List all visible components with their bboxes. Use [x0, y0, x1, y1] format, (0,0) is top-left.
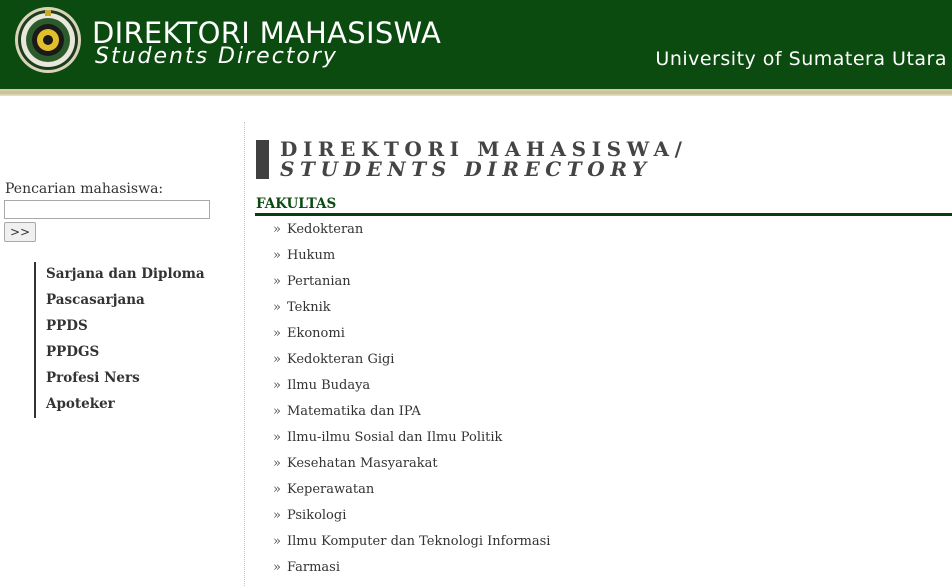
list-item: » Matematika dan IPA [273, 401, 550, 427]
search-input[interactable] [4, 200, 210, 219]
faculty-link-kesehatan-masyarakat[interactable]: Kesehatan Masyarakat [287, 456, 438, 471]
faculty-link-kedokteran-gigi[interactable]: Kedokteran Gigi [287, 352, 395, 367]
faculty-link-ekonomi[interactable]: Ekonomi [287, 326, 345, 341]
site-subtitle: Students Directory [95, 44, 338, 69]
sidebar-item-apoteker[interactable]: Apoteker [36, 392, 236, 418]
list-item: » Kesehatan Masyarakat [273, 453, 550, 479]
faculty-link-pertanian[interactable]: Pertanian [287, 274, 351, 289]
bullet-icon: » [273, 326, 281, 341]
sidebar-item-sarjana-dan-diploma[interactable]: Sarjana dan Diploma [36, 262, 236, 288]
bullet-icon: » [273, 456, 281, 471]
list-item: » Kedokteran [273, 219, 550, 245]
site-header: DIREKTORI MAHASISWA Students Directory U… [0, 0, 952, 89]
list-item: » Ilmu Komputer dan Teknologi Informasi [273, 531, 550, 557]
sidebar-item-ppds[interactable]: PPDS [36, 314, 236, 340]
list-item: » Ilmu-ilmu Sosial dan Ilmu Politik [273, 427, 550, 453]
list-item: » Pertanian [273, 271, 550, 297]
bullet-icon: » [273, 248, 281, 263]
section-title-fakultas: FAKULTAS [256, 196, 337, 212]
heading-accent-bar [256, 140, 269, 179]
bullet-icon: » [273, 300, 281, 315]
bullet-icon: » [273, 274, 281, 289]
list-item: » Kedokteran Gigi [273, 349, 550, 375]
university-name: University of Sumatera Utara [655, 48, 947, 70]
list-item: » Keperawatan [273, 479, 550, 505]
section-divider [255, 213, 952, 216]
sidebar-item-pascasarjana[interactable]: Pascasarjana [36, 288, 236, 314]
faculty-link-hukum[interactable]: Hukum [287, 248, 335, 263]
list-item: » Hukum [273, 245, 550, 271]
bullet-icon: » [273, 560, 281, 575]
faculty-link-ilmu-komputer[interactable]: Ilmu Komputer dan Teknologi Informasi [287, 534, 550, 549]
faculty-link-ilmu-sosial-politik[interactable]: Ilmu-ilmu Sosial dan Ilmu Politik [287, 430, 502, 445]
list-item: » Ekonomi [273, 323, 550, 349]
list-item: » Farmasi [273, 557, 550, 583]
faculty-link-keperawatan[interactable]: Keperawatan [287, 482, 374, 497]
header-accent-bar [0, 89, 952, 96]
search-submit-button[interactable]: >> [4, 222, 36, 242]
faculty-link-kedokteran[interactable]: Kedokteran [287, 222, 363, 237]
sidebar-item-profesi-ners[interactable]: Profesi Ners [36, 366, 236, 392]
faculty-link-farmasi[interactable]: Farmasi [287, 560, 340, 575]
faculty-link-teknik[interactable]: Teknik [287, 300, 331, 315]
bullet-icon: » [273, 534, 281, 549]
usu-emblem-icon[interactable] [14, 6, 82, 74]
bullet-icon: » [273, 482, 281, 497]
search-label: Pencarian mahasiswa: [5, 181, 164, 197]
sidebar-nav: Sarjana dan Diploma Pascasarjana PPDS PP… [34, 262, 236, 418]
bullet-icon: » [273, 222, 281, 237]
list-item: » Ilmu Budaya [273, 375, 550, 401]
bullet-icon: » [273, 352, 281, 367]
bullet-icon: » [273, 404, 281, 419]
page-title: DIREKTORI MAHASISWA/ STUDENTS DIRECTORY [280, 139, 688, 179]
faculty-link-matematika-dan-ipa[interactable]: Matematika dan IPA [287, 404, 421, 419]
list-item: » Teknik [273, 297, 550, 323]
bullet-icon: » [273, 508, 281, 523]
faculty-list: » Kedokteran » Hukum » Pertanian » Teknik » E… [273, 219, 550, 583]
column-divider [244, 122, 245, 586]
faculty-link-ilmu-budaya[interactable]: Ilmu Budaya [287, 378, 370, 393]
sidebar-item-ppdgs[interactable]: PPDGS [36, 340, 236, 366]
page-title-line2: STUDENTS DIRECTORY [280, 157, 652, 181]
faculty-link-psikologi[interactable]: Psikologi [287, 508, 346, 523]
bullet-icon: » [273, 378, 281, 393]
list-item: » Psikologi [273, 505, 550, 531]
bullet-icon: » [273, 430, 281, 445]
